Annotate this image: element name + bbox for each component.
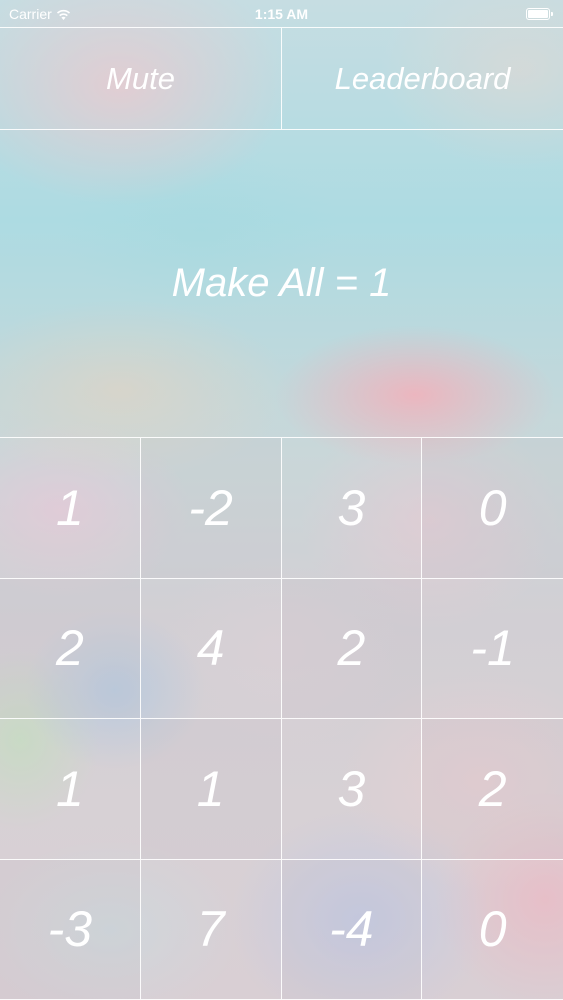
grid-cell-r1-c4[interactable]: 0 xyxy=(422,438,563,579)
grid-cell-r4-c2[interactable]: 7 xyxy=(140,859,282,1000)
goal-label: Make All = 1 xyxy=(171,261,392,305)
top-bar: Mute Leaderboard xyxy=(0,27,563,130)
grid-cell-r4-c1[interactable]: -3 xyxy=(0,859,141,1000)
grid-cell-r4-c3[interactable]: -4 xyxy=(281,859,423,1000)
grid-cell-r1-c1[interactable]: 1 xyxy=(0,438,141,579)
status-bar: Carrier 1:15 AM xyxy=(0,0,563,27)
grid-cell-r1-c2[interactable]: -2 xyxy=(140,438,282,579)
status-time: 1:15 AM xyxy=(254,6,309,22)
grid-cell-r2-c3[interactable]: 2 xyxy=(281,578,423,719)
number-grid: 1 -2 3 0 2 4 2 -1 1 1 3 2 -3 7 -4 0 xyxy=(0,437,563,1000)
battery-icon xyxy=(526,8,554,20)
grid-cell-r3-c1[interactable]: 1 xyxy=(0,719,141,860)
mute-button[interactable]: Mute xyxy=(0,28,281,129)
grid-cell-r1-c3[interactable]: 3 xyxy=(281,438,423,579)
grid-cell-r2-c4[interactable]: -1 xyxy=(422,579,563,719)
grid-cell-r3-c4[interactable]: 2 xyxy=(422,719,563,860)
grid-cell-r3-c3[interactable]: 3 xyxy=(281,719,423,860)
grid-cell-r3-c2[interactable]: 1 xyxy=(140,719,282,860)
grid-cell-r2-c1[interactable]: 2 xyxy=(0,578,141,719)
leaderboard-button[interactable]: Leaderboard xyxy=(281,28,563,129)
grid-cell-r2-c2[interactable]: 4 xyxy=(140,578,282,719)
grid-cell-r4-c4[interactable]: 0 xyxy=(422,860,563,1000)
